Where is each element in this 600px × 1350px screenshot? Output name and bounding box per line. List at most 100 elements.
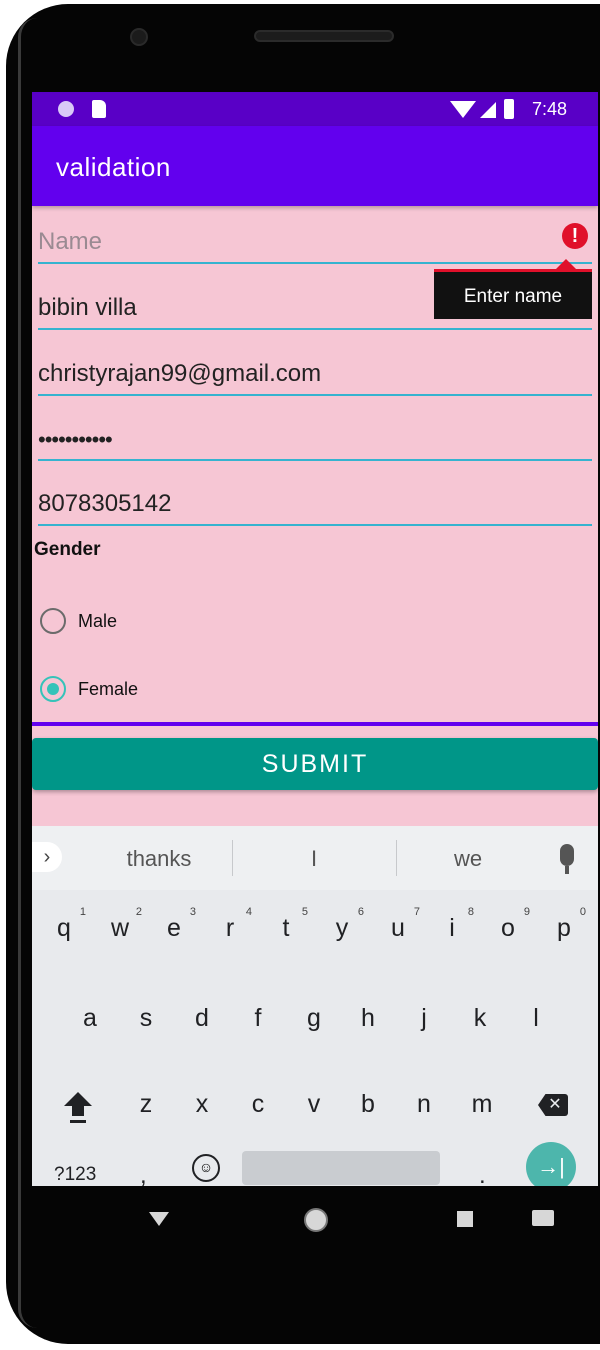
comma-key[interactable]: , bbox=[140, 1162, 147, 1186]
key-label: p bbox=[557, 914, 571, 942]
divider bbox=[32, 722, 598, 726]
radio-male-label: Male bbox=[78, 611, 118, 631]
symbols-key[interactable]: ?123 bbox=[54, 1164, 96, 1186]
radio-female-label: Female bbox=[78, 679, 139, 699]
mic-icon[interactable] bbox=[560, 844, 574, 866]
tooltip-arrow bbox=[556, 259, 576, 269]
front-camera bbox=[130, 28, 148, 46]
notification-icon bbox=[58, 101, 74, 117]
suggestion-separator bbox=[396, 840, 397, 876]
key-a[interactable]: a bbox=[70, 1004, 110, 1033]
key-digit: 4 bbox=[245, 906, 252, 918]
emoji-icon[interactable]: ☺ bbox=[192, 1154, 220, 1182]
key-i[interactable]: i8 bbox=[432, 906, 474, 943]
key-y[interactable]: y6 bbox=[322, 906, 364, 943]
suggestion-2[interactable]: I bbox=[264, 846, 364, 872]
key-o[interactable]: o9 bbox=[488, 906, 530, 943]
address-field-underline bbox=[428, 284, 592, 330]
key-b[interactable]: b bbox=[348, 1090, 388, 1119]
status-time: 7:48 bbox=[532, 99, 568, 119]
screen: 7:48 validation Name ! Enter name bibin … bbox=[32, 92, 598, 1186]
app-bar: validation bbox=[32, 126, 598, 206]
key-h[interactable]: h bbox=[348, 1004, 388, 1033]
key-r[interactable]: r4 bbox=[210, 906, 252, 943]
battery-icon bbox=[504, 99, 514, 119]
key-p[interactable]: p0 bbox=[544, 906, 586, 943]
key-label: t bbox=[282, 914, 290, 942]
key-digit: 5 bbox=[301, 906, 308, 918]
phone-field[interactable]: 8078305142 bbox=[38, 480, 592, 526]
key-digit: 6 bbox=[357, 906, 364, 918]
key-f[interactable]: f bbox=[238, 1004, 278, 1033]
radio-male-circle[interactable] bbox=[40, 608, 66, 634]
key-c[interactable]: c bbox=[238, 1090, 278, 1119]
radio-selected-dot bbox=[47, 683, 59, 695]
error-icon: ! bbox=[562, 223, 588, 249]
signal-icon bbox=[480, 102, 496, 118]
key-j[interactable]: j bbox=[404, 1004, 444, 1033]
name-placeholder: Name bbox=[38, 228, 103, 255]
sd-card-icon bbox=[92, 100, 106, 118]
radio-female-circle[interactable] bbox=[40, 676, 66, 702]
key-x[interactable]: x bbox=[182, 1090, 222, 1119]
key-t[interactable]: t5 bbox=[266, 906, 308, 943]
key-digit: 0 bbox=[579, 906, 586, 918]
email-value: christyrajan99@gmail.com bbox=[38, 360, 322, 387]
name-field[interactable]: Name bbox=[38, 218, 592, 264]
key-g[interactable]: g bbox=[294, 1004, 334, 1033]
key-w[interactable]: w2 bbox=[100, 906, 142, 943]
key-digit: 3 bbox=[189, 906, 196, 918]
space-key[interactable] bbox=[242, 1151, 440, 1185]
key-digit: 2 bbox=[135, 906, 142, 918]
phone-value: 8078305142 bbox=[38, 490, 172, 517]
address-value: bibin villa bbox=[38, 294, 137, 321]
enter-icon[interactable]: →| bbox=[526, 1142, 576, 1186]
key-digit: 9 bbox=[523, 906, 530, 918]
key-label: i bbox=[449, 914, 455, 942]
key-k[interactable]: k bbox=[460, 1004, 500, 1033]
suggestion-separator bbox=[232, 840, 233, 876]
key-digit: 8 bbox=[467, 906, 474, 918]
key-v[interactable]: v bbox=[294, 1090, 334, 1119]
key-e[interactable]: e3 bbox=[154, 906, 196, 943]
key-u[interactable]: u7 bbox=[378, 906, 420, 943]
suggestion-3[interactable]: we bbox=[418, 846, 518, 872]
earpiece-speaker bbox=[254, 30, 394, 42]
back-icon[interactable] bbox=[149, 1212, 169, 1226]
email-field[interactable]: christyrajan99@gmail.com bbox=[38, 350, 592, 396]
password-value: ••••••••••• bbox=[38, 427, 113, 452]
key-label: r bbox=[225, 914, 235, 942]
period-key[interactable]: . bbox=[479, 1162, 486, 1186]
keyboard-icon[interactable] bbox=[532, 1210, 554, 1226]
backspace-icon[interactable]: ✕ bbox=[538, 1094, 568, 1116]
key-label: e bbox=[167, 914, 181, 942]
mic-stand bbox=[565, 866, 569, 874]
key-l[interactable]: l bbox=[516, 1004, 556, 1033]
submit-button[interactable]: SUBMIT bbox=[32, 738, 598, 790]
suggestion-strip: › thanks I we bbox=[32, 826, 598, 890]
gender-label: Gender bbox=[34, 539, 101, 560]
key-label: w bbox=[110, 914, 130, 942]
password-field[interactable]: ••••••••••• bbox=[38, 415, 592, 461]
key-n[interactable]: n bbox=[404, 1090, 444, 1119]
chevron-right-icon[interactable]: › bbox=[32, 842, 62, 872]
shift-icon-bar bbox=[70, 1120, 86, 1123]
navigation-bar bbox=[32, 1186, 598, 1254]
key-d[interactable]: d bbox=[182, 1004, 222, 1033]
shift-icon[interactable] bbox=[64, 1092, 92, 1106]
soft-keyboard: › thanks I we q1 w2 e3 r4 t5 y6 u7 i8 o9… bbox=[32, 826, 598, 1186]
status-bar: 7:48 bbox=[32, 92, 598, 126]
key-z[interactable]: z bbox=[126, 1090, 166, 1119]
wifi-icon bbox=[450, 101, 476, 118]
key-label: q bbox=[57, 914, 71, 942]
address-field[interactable]: bibin villa bbox=[38, 284, 428, 330]
key-s[interactable]: s bbox=[126, 1004, 166, 1033]
key-m[interactable]: m bbox=[462, 1090, 502, 1119]
key-q[interactable]: q1 bbox=[44, 906, 86, 943]
suggestion-1[interactable]: thanks bbox=[104, 846, 214, 872]
recents-icon[interactable] bbox=[457, 1211, 473, 1227]
home-icon[interactable] bbox=[304, 1208, 328, 1232]
key-label: u bbox=[391, 914, 405, 942]
key-label: o bbox=[501, 914, 515, 942]
shift-icon-stem bbox=[72, 1106, 84, 1116]
